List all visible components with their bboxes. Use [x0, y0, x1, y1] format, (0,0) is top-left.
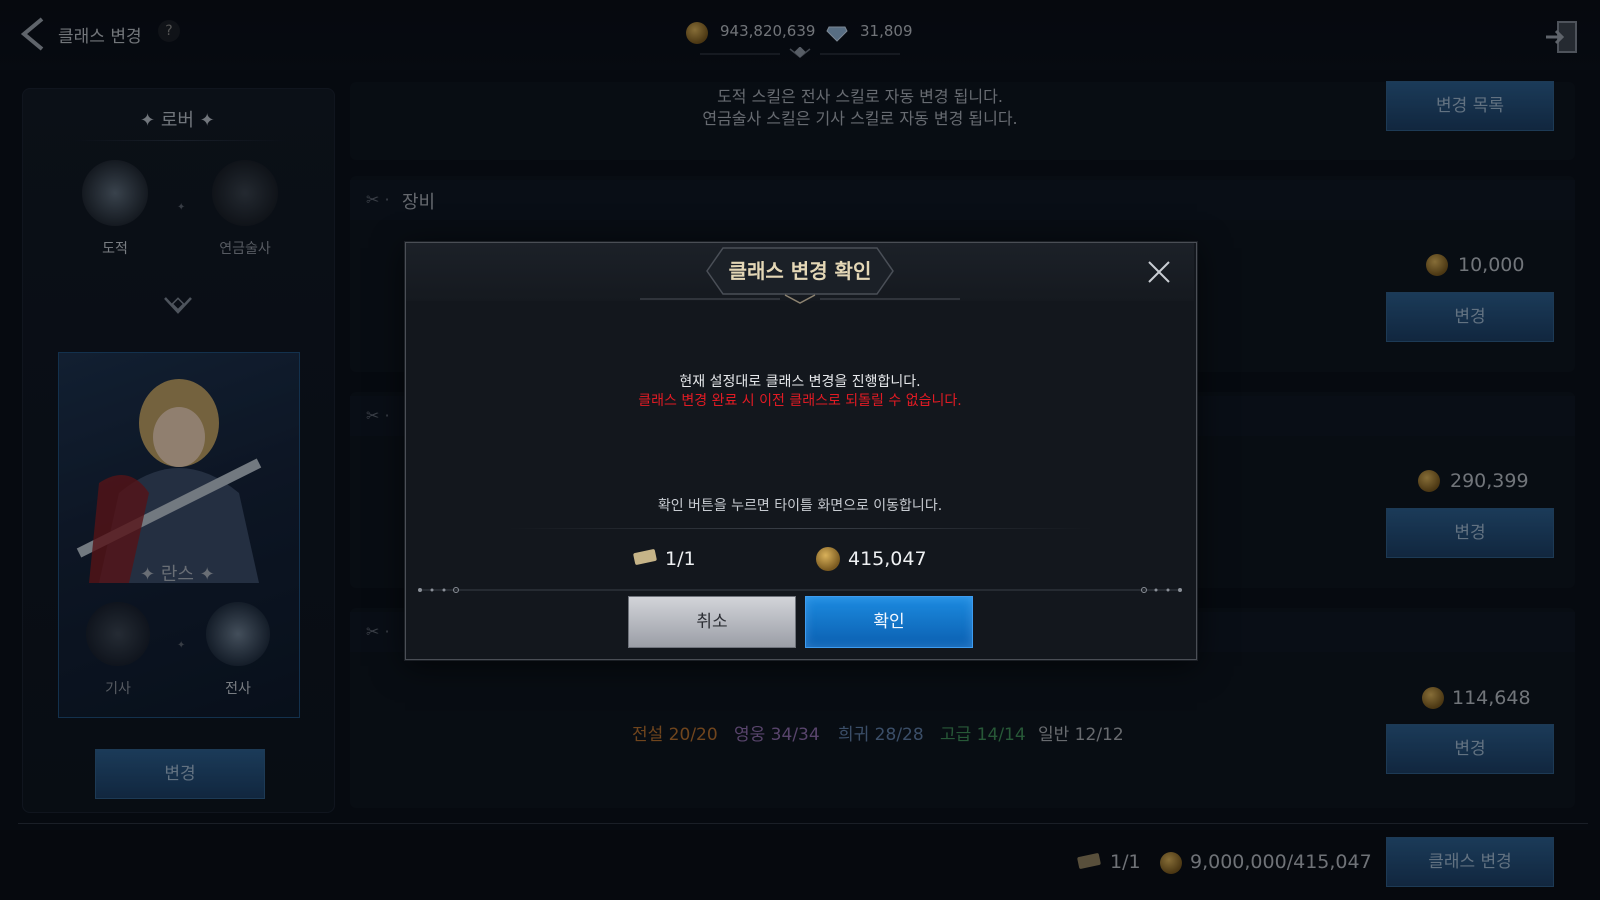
- dialog-warning: 클래스 변경 완료 시 이전 클래스로 되돌릴 수 없습니다.: [638, 393, 962, 409]
- dialog-note: 확인 버튼을 누르면 타이틀 화면으로 이동합니다.: [657, 498, 943, 514]
- dialog-divider: [508, 528, 1092, 529]
- title-ornament: [640, 290, 960, 304]
- cancel-button[interactable]: 취소: [628, 596, 796, 648]
- dialog-title: 클래스 변경 확인: [728, 259, 872, 283]
- dialog-ticket-count: 1/1: [665, 548, 696, 570]
- ticket-icon: [632, 548, 658, 566]
- close-icon[interactable]: [1145, 258, 1173, 286]
- dialog-gold-cost: 415,047: [848, 548, 927, 570]
- confirm-button[interactable]: 확인: [805, 596, 973, 648]
- dialog-ornament-line: [418, 580, 1182, 593]
- dialog-message: 현재 설정대로 클래스 변경을 진행합니다.: [679, 374, 921, 390]
- gold-coin-icon: [816, 547, 840, 571]
